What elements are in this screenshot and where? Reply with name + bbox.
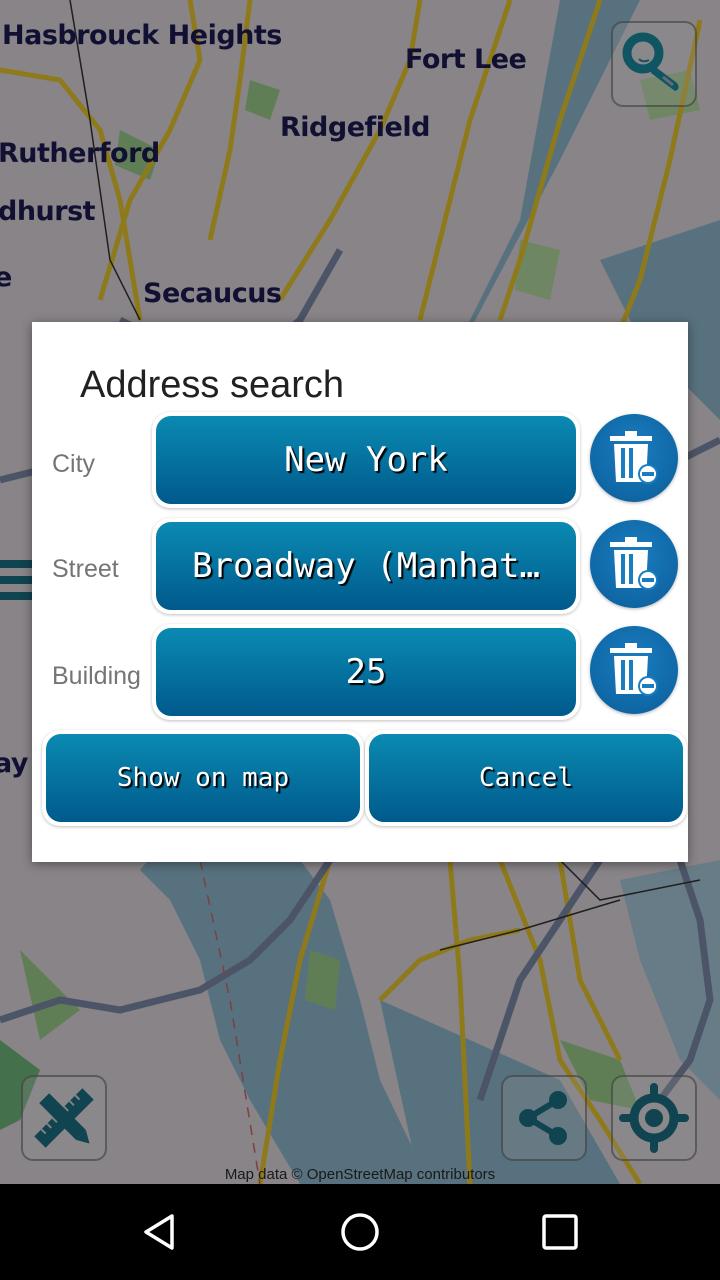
street-label: Street — [52, 555, 119, 583]
cancel-label: Cancel — [369, 734, 683, 822]
show-on-map-button[interactable]: Show on map — [42, 730, 364, 826]
recents-button[interactable] — [530, 1202, 590, 1262]
home-button[interactable] — [330, 1202, 390, 1262]
back-icon — [144, 1214, 174, 1250]
home-icon — [341, 1213, 379, 1251]
building-label: Building — [52, 662, 141, 690]
building-value: 25 — [345, 652, 387, 692]
trash-minus-icon — [610, 431, 658, 484]
cancel-button[interactable]: Cancel — [365, 730, 687, 826]
building-field[interactable]: 25 — [152, 624, 580, 720]
show-on-map-label: Show on map — [46, 734, 360, 822]
recents-icon — [542, 1214, 578, 1250]
clear-building-button[interactable] — [590, 626, 678, 714]
back-button[interactable] — [130, 1202, 190, 1262]
address-search-dialog: Address search City New York Street Broa… — [32, 322, 688, 862]
street-value: Broadway (Manhat… — [192, 546, 540, 586]
street-field[interactable]: Broadway (Manhat… — [152, 518, 580, 614]
clear-street-button[interactable] — [590, 520, 678, 608]
trash-minus-icon — [610, 643, 658, 696]
dialog-title: Address search — [80, 364, 345, 406]
trash-minus-icon — [610, 537, 658, 590]
clear-city-button[interactable] — [590, 414, 678, 502]
system-navigation-bar — [0, 1184, 720, 1280]
city-value: New York — [284, 440, 448, 480]
city-label: City — [52, 450, 96, 478]
city-field[interactable]: New York — [152, 412, 580, 508]
